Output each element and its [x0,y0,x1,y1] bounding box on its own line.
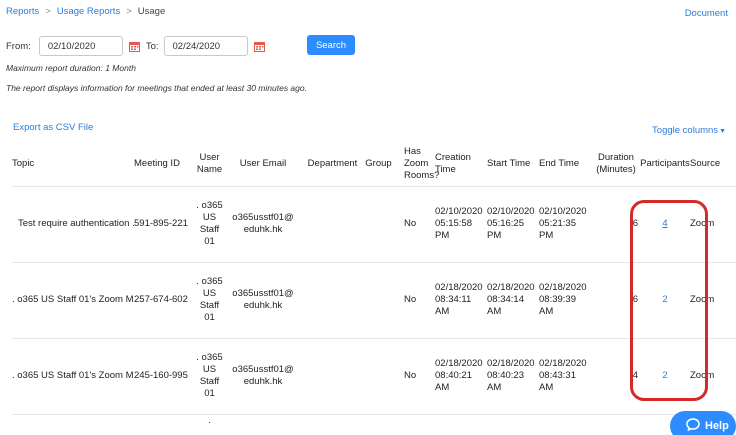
cell-topic: . o365 US Staff 01's Zoom M... [12,262,134,339]
cell-department [303,186,362,263]
cell-department [303,338,362,415]
calendar-icon[interactable] [128,41,140,52]
cell-duration: 6 [592,262,640,339]
to-date-input[interactable] [163,36,248,56]
cell-start-time: 02/18/2020 08:40:23 AM [487,338,539,415]
cell-user-name: . o365 US Staff 01 [196,262,223,339]
cell-user-email: o365usstf01@eduhk.hk [223,262,303,339]
col-header-department[interactable]: Department [303,142,362,187]
cell-has-zoom-rooms: No [395,338,435,415]
cell-topic: Test require authentication ... [12,186,134,263]
cell-group [362,186,395,263]
cell-user-email: o365usstf01@eduhk.hk [223,186,303,263]
breadcrumb-reports[interactable]: Reports [6,6,39,17]
participants-link[interactable]: 2 [662,294,667,305]
table-row: . [12,414,736,434]
cell-user-email: o365usstf01@eduhk.hk [223,338,303,415]
table-row: Test require authentication ... 591-895-… [12,186,736,263]
export-csv-link[interactable]: Export as CSV File [13,122,93,133]
col-header-participants[interactable]: Participants [640,142,690,187]
caret-down-icon: ▼ [719,128,726,135]
col-header-source[interactable]: Source [690,142,736,187]
cell-source: Zoom [690,186,736,263]
cell-group [362,338,395,415]
cell-start-time: 02/18/2020 08:34:14 AM [487,262,539,339]
cell-duration: 6 [592,186,640,263]
cell-creation-time: 02/10/2020 05:15:58 PM [435,186,487,263]
search-button[interactable]: Search [307,35,355,55]
cell-meeting-id: 245-160-995 [134,338,196,415]
speech-bubble-icon [686,418,700,434]
max-duration-note: Maximum report duration: 1 Month [6,63,136,73]
cell-source: Zoom [690,338,736,415]
cell-meeting-id: 591-895-221 [134,186,196,263]
cell-department [303,262,362,339]
report-info-note: The report displays information for meet… [6,83,307,93]
table-row: . o365 US Staff 01's Zoom M... 257-674-6… [12,262,736,339]
toggle-columns-label: Toggle columns [652,125,719,136]
col-header-end-time[interactable]: End Time [539,142,592,187]
cell-duration: 4 [592,338,640,415]
help-button[interactable]: Help [670,411,736,435]
calendar-icon[interactable] [253,41,265,52]
breadcrumb-separator: > [126,6,132,17]
cell-topic: . o365 US Staff 01's Zoom M... [12,338,134,415]
col-header-user-name[interactable]: User Name [196,142,223,187]
cell-user-name: . [208,414,211,426]
cell-meeting-id: 257-674-602 [134,262,196,339]
from-label: From: [6,40,31,52]
table-header-row: Topic Meeting ID User Name User Email De… [12,142,736,187]
to-label: To: [145,40,159,52]
breadcrumb-separator: > [45,6,51,17]
breadcrumb-current: Usage [137,6,166,17]
col-header-group[interactable]: Group [362,142,395,187]
document-link[interactable]: Document [685,8,728,19]
cell-end-time: 02/18/2020 08:39:39 AM [539,262,592,339]
usage-table: Topic Meeting ID User Name User Email De… [12,142,736,434]
cell-end-time: 02/10/2020 05:21:35 PM [539,186,592,263]
help-label: Help [705,420,729,432]
toggle-columns-link[interactable]: Toggle columns▼ [652,125,726,136]
cell-creation-time: 02/18/2020 08:34:11 AM [435,262,487,339]
col-header-user-email[interactable]: User Email [223,142,303,187]
col-header-creation-time[interactable]: Creation Time [435,142,487,187]
cell-user-name: . o365 US Staff 01 [196,186,223,263]
date-filter: From: To: [6,35,271,57]
breadcrumb: Reports > Usage Reports > Usage [6,6,165,17]
cell-source: Zoom [690,262,736,339]
table-row: . o365 US Staff 01's Zoom M... 245-160-9… [12,338,736,415]
participants-link[interactable]: 4 [662,218,667,229]
col-header-start-time[interactable]: Start Time [487,142,539,187]
cell-user-name: . o365 US Staff 01 [196,338,223,415]
cell-has-zoom-rooms: No [395,186,435,263]
participants-link[interactable]: 2 [662,370,667,381]
cell-group [362,262,395,339]
col-header-meeting-id[interactable]: Meeting ID [134,142,196,187]
cell-has-zoom-rooms: No [395,262,435,339]
breadcrumb-usage-reports[interactable]: Usage Reports [57,6,120,17]
cell-creation-time: 02/18/2020 08:40:21 AM [435,338,487,415]
cell-end-time: 02/18/2020 08:43:31 AM [539,338,592,415]
cell-start-time: 02/10/2020 05:16:25 PM [487,186,539,263]
col-header-has-zoom-rooms[interactable]: Has Zoom Rooms? [395,142,439,187]
from-date-input[interactable] [38,36,123,56]
col-header-duration[interactable]: Duration (Minutes) [592,142,640,187]
col-header-topic[interactable]: Topic [12,142,134,187]
